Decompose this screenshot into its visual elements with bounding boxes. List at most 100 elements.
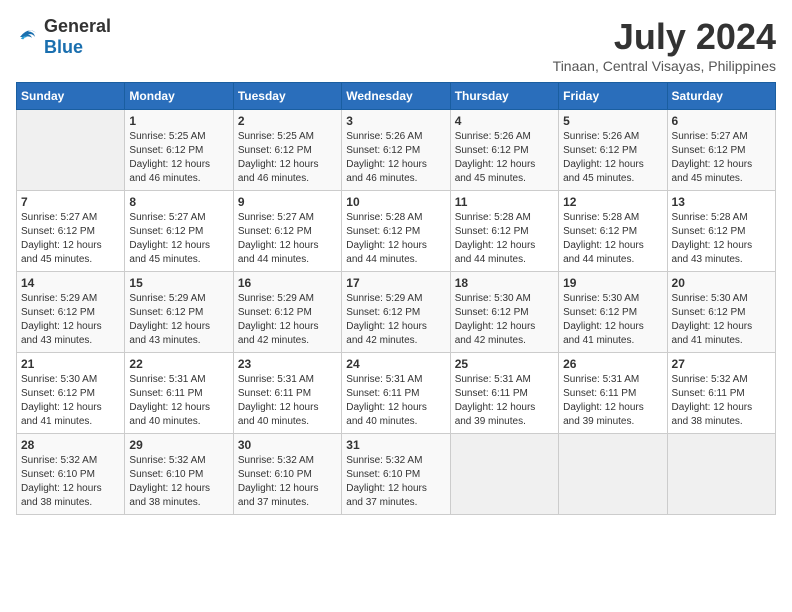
calendar-cell: 30 Sunrise: 5:32 AMSunset: 6:10 PMDayligh…: [233, 434, 341, 515]
day-number: 27: [672, 357, 771, 371]
day-number: 24: [346, 357, 445, 371]
day-number: 2: [238, 114, 337, 128]
day-number: 14: [21, 276, 120, 290]
day-info: Sunrise: 5:27 AMSunset: 6:12 PMDaylight:…: [129, 211, 228, 267]
logo-icon: [16, 25, 40, 49]
calendar-cell: 15 Sunrise: 5:29 AMSunset: 6:12 PMDayligh…: [125, 272, 233, 353]
calendar-cell: 31 Sunrise: 5:32 AMSunset: 6:10 PMDayligh…: [342, 434, 450, 515]
day-number: 10: [346, 195, 445, 209]
calendar-cell: 6 Sunrise: 5:27 AMSunset: 6:12 PMDaylight…: [667, 110, 775, 191]
day-number: 18: [455, 276, 554, 290]
day-number: 30: [238, 438, 337, 452]
day-number: 11: [455, 195, 554, 209]
logo-text: General Blue: [44, 16, 111, 58]
day-number: 28: [21, 438, 120, 452]
day-header-sunday: Sunday: [17, 83, 125, 110]
calendar-cell: 17Sunrise: 5:29 AMSunset: 6:12 PMDayligh…: [342, 272, 450, 353]
day-info: Sunrise: 5:29 AMSunset: 6:12 PMDaylight:…: [346, 292, 445, 348]
day-number: 1: [129, 114, 228, 128]
header: General Blue July 2024 Tinaan, Central V…: [16, 16, 776, 74]
day-info: Sunrise: 5:31 AMSunset: 6:11 PMDaylight:…: [238, 373, 337, 429]
day-number: 31: [346, 438, 445, 452]
calendar-cell: [559, 434, 667, 515]
subtitle: Tinaan, Central Visayas, Philippines: [553, 58, 776, 74]
day-info: Sunrise: 5:27 AMSunset: 6:12 PMDaylight:…: [21, 211, 120, 267]
calendar-cell: 7 Sunrise: 5:27 AMSunset: 6:12 PMDaylight…: [17, 191, 125, 272]
day-info: Sunrise: 5:30 AMSunset: 6:12 PMDaylight:…: [455, 292, 554, 348]
day-number: 4: [455, 114, 554, 128]
day-info: Sunrise: 5:28 AMSunset: 6:12 PMDaylight:…: [672, 211, 771, 267]
day-number: 13: [672, 195, 771, 209]
day-info: Sunrise: 5:31 AMSunset: 6:11 PMDaylight:…: [563, 373, 662, 429]
day-number: 15: [129, 276, 228, 290]
calendar-cell: [450, 434, 558, 515]
week-row-5: 28 Sunrise: 5:32 AMSunset: 6:10 PMDayligh…: [17, 434, 776, 515]
day-number: 3: [346, 114, 445, 128]
day-number: 21: [21, 357, 120, 371]
calendar-cell: 9 Sunrise: 5:27 AMSunset: 6:12 PMDaylight…: [233, 191, 341, 272]
week-row-3: 14 Sunrise: 5:29 AMSunset: 6:12 PMDayligh…: [17, 272, 776, 353]
day-number: 20: [672, 276, 771, 290]
day-info: Sunrise: 5:29 AMSunset: 6:12 PMDaylight:…: [129, 292, 228, 348]
calendar-cell: [17, 110, 125, 191]
calendar-cell: 28 Sunrise: 5:32 AMSunset: 6:10 PMDayligh…: [17, 434, 125, 515]
day-number: 9: [238, 195, 337, 209]
day-info: Sunrise: 5:31 AMSunset: 6:11 PMDaylight:…: [346, 373, 445, 429]
calendar-cell: 16Sunrise: 5:29 AMSunset: 6:12 PMDayligh…: [233, 272, 341, 353]
calendar-cell: 2Sunrise: 5:25 AMSunset: 6:12 PMDaylight…: [233, 110, 341, 191]
calendar-cell: 1 Sunrise: 5:25 AMSunset: 6:12 PMDaylight…: [125, 110, 233, 191]
calendar-cell: 11Sunrise: 5:28 AMSunset: 6:12 PMDayligh…: [450, 191, 558, 272]
day-info: Sunrise: 5:31 AMSunset: 6:11 PMDaylight:…: [455, 373, 554, 429]
day-number: 7: [21, 195, 120, 209]
day-info: Sunrise: 5:32 AMSunset: 6:10 PMDaylight:…: [238, 454, 337, 510]
day-number: 6: [672, 114, 771, 128]
day-info: Sunrise: 5:32 AMSunset: 6:10 PMDaylight:…: [21, 454, 120, 510]
day-number: 23: [238, 357, 337, 371]
day-info: Sunrise: 5:30 AMSunset: 6:12 PMDaylight:…: [21, 373, 120, 429]
day-info: Sunrise: 5:28 AMSunset: 6:12 PMDaylight:…: [346, 211, 445, 267]
calendar-cell: 27 Sunrise: 5:32 AMSunset: 6:11 PMDayligh…: [667, 353, 775, 434]
calendar-cell: 20 Sunrise: 5:30 AMSunset: 6:12 PMDayligh…: [667, 272, 775, 353]
day-number: 25: [455, 357, 554, 371]
day-info: Sunrise: 5:26 AMSunset: 6:12 PMDaylight:…: [455, 130, 554, 186]
calendar-cell: 8 Sunrise: 5:27 AMSunset: 6:12 PMDaylight…: [125, 191, 233, 272]
calendar-cell: [667, 434, 775, 515]
calendar-cell: 26 Sunrise: 5:31 AMSunset: 6:11 PMDayligh…: [559, 353, 667, 434]
day-info: Sunrise: 5:32 AMSunset: 6:11 PMDaylight:…: [672, 373, 771, 429]
day-info: Sunrise: 5:27 AMSunset: 6:12 PMDaylight:…: [238, 211, 337, 267]
day-header-monday: Monday: [125, 83, 233, 110]
calendar-table: SundayMondayTuesdayWednesdayThursdayFrid…: [16, 82, 776, 515]
day-info: Sunrise: 5:32 AMSunset: 6:10 PMDaylight:…: [346, 454, 445, 510]
week-row-4: 21 Sunrise: 5:30 AMSunset: 6:12 PMDayligh…: [17, 353, 776, 434]
calendar-cell: 19Sunrise: 5:30 AMSunset: 6:12 PMDayligh…: [559, 272, 667, 353]
day-number: 29: [129, 438, 228, 452]
calendar-cell: 10 Sunrise: 5:28 AMSunset: 6:12 PMDayligh…: [342, 191, 450, 272]
day-info: Sunrise: 5:30 AMSunset: 6:12 PMDaylight:…: [672, 292, 771, 348]
day-info: Sunrise: 5:26 AMSunset: 6:12 PMDaylight:…: [563, 130, 662, 186]
calendar-cell: 22Sunrise: 5:31 AMSunset: 6:11 PMDayligh…: [125, 353, 233, 434]
day-header-friday: Friday: [559, 83, 667, 110]
calendar-cell: 18 Sunrise: 5:30 AMSunset: 6:12 PMDayligh…: [450, 272, 558, 353]
day-info: Sunrise: 5:26 AMSunset: 6:12 PMDaylight:…: [346, 130, 445, 186]
week-row-1: 1 Sunrise: 5:25 AMSunset: 6:12 PMDaylight…: [17, 110, 776, 191]
day-number: 26: [563, 357, 662, 371]
calendar-cell: 23 Sunrise: 5:31 AMSunset: 6:11 PMDayligh…: [233, 353, 341, 434]
calendar-cell: 29 Sunrise: 5:32 AMSunset: 6:10 PMDayligh…: [125, 434, 233, 515]
calendar-cell: 14Sunrise: 5:29 AMSunset: 6:12 PMDayligh…: [17, 272, 125, 353]
day-header-wednesday: Wednesday: [342, 83, 450, 110]
calendar-cell: 4 Sunrise: 5:26 AMSunset: 6:12 PMDaylight…: [450, 110, 558, 191]
title-area: July 2024 Tinaan, Central Visayas, Phili…: [553, 16, 776, 74]
calendar-cell: 12Sunrise: 5:28 AMSunset: 6:12 PMDayligh…: [559, 191, 667, 272]
calendar-cell: 3 Sunrise: 5:26 AMSunset: 6:12 PMDaylight…: [342, 110, 450, 191]
day-number: 19: [563, 276, 662, 290]
day-header-thursday: Thursday: [450, 83, 558, 110]
calendar-cell: 13 Sunrise: 5:28 AMSunset: 6:12 PMDayligh…: [667, 191, 775, 272]
day-number: 8: [129, 195, 228, 209]
calendar-cell: 21 Sunrise: 5:30 AMSunset: 6:12 PMDayligh…: [17, 353, 125, 434]
day-number: 16: [238, 276, 337, 290]
day-info: Sunrise: 5:31 AMSunset: 6:11 PMDaylight:…: [129, 373, 228, 429]
day-info: Sunrise: 5:25 AMSunset: 6:12 PMDaylight:…: [129, 130, 228, 186]
week-row-2: 7 Sunrise: 5:27 AMSunset: 6:12 PMDaylight…: [17, 191, 776, 272]
day-info: Sunrise: 5:32 AMSunset: 6:10 PMDaylight:…: [129, 454, 228, 510]
day-info: Sunrise: 5:27 AMSunset: 6:12 PMDaylight:…: [672, 130, 771, 186]
